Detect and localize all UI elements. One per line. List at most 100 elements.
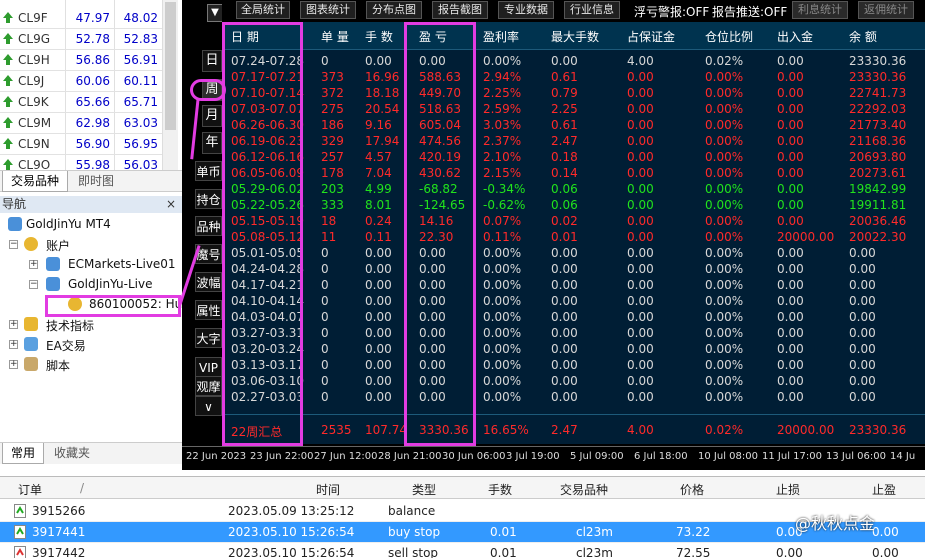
table-row[interactable]: 03.20-03.24 0 0.00 0.00 0.00% 0.00 0.00 0.00% 0.… <box>225 342 925 358</box>
chart-stats-button[interactable]: 图表统计 <box>300 1 356 19</box>
global-stats-button[interactable]: 全局统计 <box>236 1 290 19</box>
side-button-attribute[interactable]: 属性 <box>195 300 222 320</box>
rebate-stats-button[interactable]: 返佣统计 <box>858 1 914 19</box>
table-row[interactable]: 05.22-05.26 333 8.01 -124.65 -0.62% 0.06 0.00 0… <box>225 198 925 214</box>
table-row[interactable]: 02.27-03.03 0 0.00 0.00 0.00% 0.00 0.00 0.00% 0.… <box>225 390 925 406</box>
table-row[interactable]: 06.05-06.09 178 7.04 430.62 2.15% 0.14 0.00 0.0… <box>225 166 925 182</box>
table-row[interactable]: 07.24-07.28 0 0.00 0.00 0.00% 0.00 4.00 0.02% 0.… <box>225 54 925 70</box>
tab-symbols[interactable]: 交易品种 <box>2 171 69 192</box>
side-button-big-font[interactable]: 大字 <box>195 328 222 348</box>
col-price[interactable]: 价格 <box>680 481 704 498</box>
table-row[interactable]: 05.08-05.12 11 0.11 22.30 0.11% 0.01 0.00 0.00%… <box>225 230 925 246</box>
table-row[interactable]: 07.17-07.21 373 16.96 588.63 2.94% 0.61 0.00 0.… <box>225 70 925 86</box>
table-row[interactable]: 04.10-04.14 0 0.00 0.00 0.00% 0.00 0.00 0.00% 0.… <box>225 294 925 310</box>
tab-favorites[interactable]: 收藏夹 <box>46 443 98 464</box>
table-row[interactable]: 04.17-04.21 0 0.00 0.00 0.00% 0.00 0.00 0.00% 0.… <box>225 278 925 294</box>
col-lots[interactable]: 手数 <box>488 481 512 498</box>
deposit-cell: 0.00 <box>777 86 804 100</box>
order-row[interactable]: 3915266 2023.05.09 13:25:12 balance <box>0 501 925 522</box>
market-watch-row[interactable]: CL9J 60.06 60.11 <box>0 71 162 92</box>
expand-icon[interactable]: + <box>29 260 38 269</box>
margin-cell: 0.00 <box>627 278 654 292</box>
header-lots[interactable]: 手 数 <box>365 28 393 45</box>
tree-indicators[interactable]: 技术指标 <box>46 317 94 334</box>
header-margin[interactable]: 占保证金 <box>627 28 675 45</box>
col-symbol[interactable]: 交易品种 <box>560 481 608 498</box>
col-time[interactable]: 时间 <box>316 481 340 498</box>
side-button-watch[interactable]: 观摩 <box>195 376 222 396</box>
market-watch-row[interactable]: CL9M 62.98 63.03 <box>0 113 162 134</box>
header-profit[interactable]: 盈 亏 <box>419 28 447 45</box>
market-watch-row[interactable]: CL9N 56.90 56.95 <box>0 134 162 155</box>
market-watch-row[interactable]: CL9F 47.97 48.02 <box>0 8 162 29</box>
market-watch-row[interactable]: CL9O 55.98 56.03 <box>0 155 162 170</box>
market-watch-row[interactable]: CL9H 56.86 56.91 <box>0 50 162 71</box>
report-screenshot-button[interactable]: 报告截图 <box>432 1 488 19</box>
collapse-icon[interactable]: − <box>9 240 18 249</box>
expand-icon[interactable]: + <box>9 340 18 349</box>
col-type[interactable]: 类型 <box>412 481 436 498</box>
collapse-icon[interactable]: − <box>29 280 38 289</box>
table-row[interactable]: 03.13-03.17 0 0.00 0.00 0.00% 0.00 0.00 0.00% 0.… <box>225 358 925 374</box>
col-tp[interactable]: 止盈 <box>872 481 896 498</box>
scrollbar-thumb[interactable] <box>165 2 176 130</box>
header-orders[interactable]: 单 量 <box>321 28 349 45</box>
industry-info-button[interactable]: 行业信息 <box>564 1 620 19</box>
table-row[interactable]: 06.26-06.30 186 9.16 605.04 3.03% 0.61 0.00 0.0… <box>225 118 925 134</box>
header-date[interactable]: 日 期 <box>231 28 259 45</box>
pro-data-button[interactable]: 专业数据 <box>498 1 554 19</box>
table-row[interactable]: 04.03-04.07 0 0.00 0.00 0.00% 0.00 0.00 0.00% 0.… <box>225 310 925 326</box>
table-row[interactable]: 05.15-05.19 18 0.24 14.16 0.07% 0.02 0.00 0.00%… <box>225 214 925 230</box>
side-button-vip[interactable]: VIP <box>195 357 222 377</box>
expand-icon[interactable]: + <box>9 360 18 369</box>
table-row[interactable]: 03.27-03.31 0 0.00 0.00 0.00% 0.00 0.00 0.00% 0.… <box>225 326 925 342</box>
side-button-symbol[interactable]: 品种 <box>195 216 222 236</box>
table-row[interactable]: 06.19-06.23 329 17.94 474.56 2.37% 2.47 0.00 0.… <box>225 134 925 150</box>
side-button-year[interactable]: 年 <box>202 132 222 154</box>
market-watch-row[interactable]: CL9K 65.66 65.71 <box>0 92 162 113</box>
table-row[interactable]: 07.03-07.07 275 20.54 518.63 2.59% 2.25 0.00 0.… <box>225 102 925 118</box>
side-button-single-currency[interactable]: 单币 <box>195 161 222 181</box>
side-button-month[interactable]: 月 <box>202 105 222 127</box>
side-button-more[interactable]: ∨ <box>195 396 222 416</box>
side-button-week[interactable]: 周 <box>202 79 222 101</box>
table-row[interactable]: 04.24-04.28 0 0.00 0.00 0.00% 0.00 0.00 0.00% 0.… <box>225 262 925 278</box>
header-profit-rate[interactable]: 盈利率 <box>483 28 519 45</box>
side-button-day[interactable]: 日 <box>202 50 222 72</box>
expand-icon[interactable]: + <box>9 320 18 329</box>
tab-common[interactable]: 常用 <box>2 443 45 464</box>
table-row[interactable]: 05.29-06.02 203 4.99 -68.82 -0.34% 0.06 0.00 0.… <box>225 182 925 198</box>
side-button-position[interactable]: 持仓 <box>195 189 222 209</box>
market-watch-row[interactable]: CL9G 52.78 52.83 <box>0 29 162 50</box>
server-icon <box>46 257 60 271</box>
close-icon[interactable]: × <box>166 196 176 213</box>
table-row[interactable]: 05.01-05.05 0 0.00 0.00 0.00% 0.00 0.00 0.00% 0.… <box>225 246 925 262</box>
market-watch-scrollbar[interactable] <box>162 0 178 170</box>
tree-account-goldjinyu[interactable]: GoldJinYu-Live <box>68 277 152 291</box>
side-button-volatility[interactable]: 波幅 <box>195 272 222 292</box>
report-push-status[interactable]: 报告推送:OFF <box>712 3 787 20</box>
tree-account-ecmarkets[interactable]: ECMarkets-Live01 <box>68 257 176 271</box>
table-row[interactable]: 06.12-06.16 257 4.57 420.19 2.10% 0.18 0.00 0.0… <box>225 150 925 166</box>
dropdown-button[interactable]: ▼ <box>207 4 223 22</box>
tree-root[interactable]: GoldJinYu MT4 <box>26 217 111 231</box>
tree-accounts[interactable]: 账户 <box>46 237 70 254</box>
float-alert-status[interactable]: 浮亏警报:OFF <box>634 3 709 20</box>
order-row[interactable]: 3917442 2023.05.10 15:26:54 sell stop 0.01 c… <box>0 543 925 558</box>
tree-ea[interactable]: EA交易 <box>46 337 86 354</box>
tree-account-item[interactable]: 860100052: Hua <box>89 297 190 311</box>
col-sl[interactable]: 止损 <box>776 481 800 498</box>
interest-stats-button[interactable]: 利息统计 <box>792 1 848 19</box>
header-position-ratio[interactable]: 仓位比例 <box>705 28 753 45</box>
tab-tick-chart[interactable]: 即时图 <box>70 171 122 192</box>
table-row[interactable]: 07.10-07.14 372 18.18 449.70 2.25% 0.79 0.00 0.… <box>225 86 925 102</box>
header-deposit[interactable]: 出入金 <box>777 28 813 45</box>
header-max-lots[interactable]: 最大手数 <box>551 28 599 45</box>
header-balance[interactable]: 余 额 <box>849 28 877 45</box>
lots-cell: 20.54 <box>365 102 400 116</box>
order-row[interactable]: 3917441 2023.05.10 15:26:54 buy stop 0.01 cl… <box>0 522 925 543</box>
distribution-button[interactable]: 分布点图 <box>366 1 422 19</box>
table-row[interactable]: 03.06-03.10 0 0.00 0.00 0.00% 0.00 0.00 0.00% 0.… <box>225 374 925 390</box>
tree-scripts[interactable]: 脚本 <box>46 357 70 374</box>
col-order[interactable]: 订单 <box>18 481 42 498</box>
